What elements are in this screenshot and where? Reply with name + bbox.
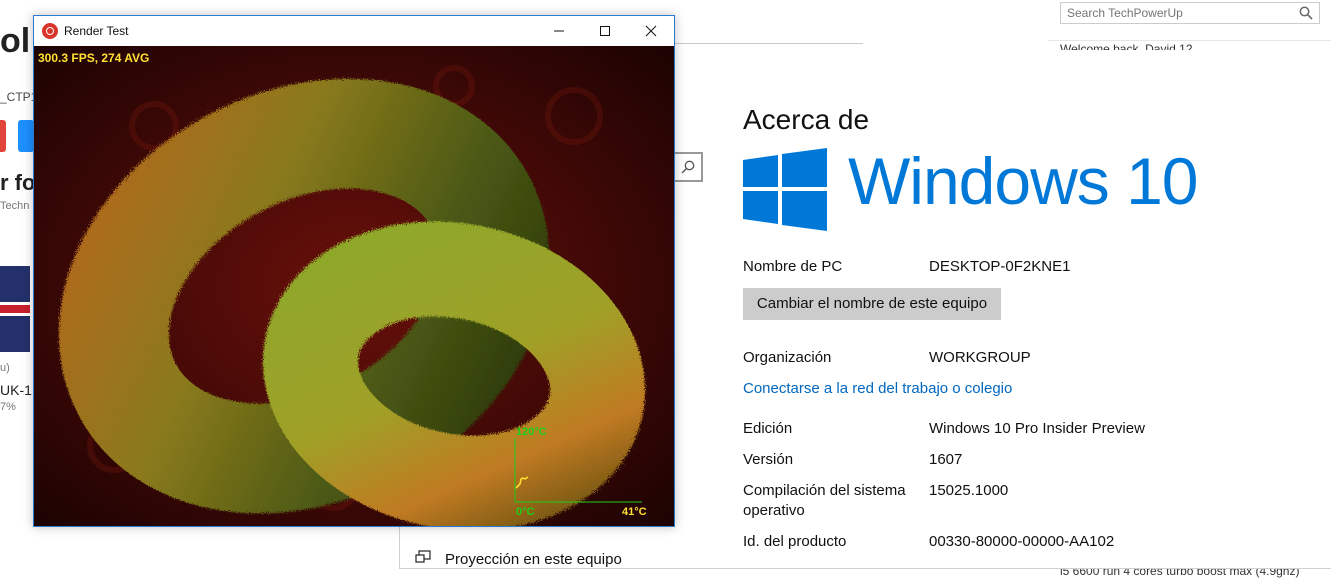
os-build-label-line2: operativo — [743, 502, 805, 519]
product-id-label: Id. del producto — [743, 533, 847, 550]
page-title: Acerca de — [743, 104, 870, 135]
render-canvas: 300.3 FPS, 274 AVG 120°C 0°C 41°C — [34, 46, 674, 526]
edition-value: Windows 10 Pro Insider Preview — [929, 420, 1145, 437]
close-icon — [645, 25, 657, 37]
uk-flag-icon — [0, 266, 30, 352]
render-test-titlebar[interactable]: Render Test — [34, 16, 674, 46]
settings-search-button[interactable] — [675, 152, 703, 182]
search-icon[interactable] — [1299, 6, 1313, 25]
bg-page-uk-fragment: UK-1 — [0, 382, 32, 398]
welcome-text-fragment: Welcome back, David 12 — [1060, 42, 1193, 50]
techpowerup-search-box[interactable] — [1060, 2, 1320, 24]
gpu-temperature-graph — [514, 438, 642, 503]
os-build-value: 15025.1000 — [929, 482, 1009, 499]
settings-window-top-edge — [675, 43, 863, 44]
bg-share-button-blue[interactable] — [18, 120, 34, 152]
maximize-button[interactable] — [582, 16, 628, 46]
bg-page-title-fragment: ol — [0, 22, 31, 60]
bg-page-code-fragment: _CTP1 — [0, 90, 38, 104]
edition-label: Edición — [743, 420, 793, 437]
windows-10-logo-text: Windows 10 — [848, 144, 1198, 218]
version-label: Versión — [743, 451, 794, 468]
os-build-label-line1: Compilación del sistema — [743, 482, 906, 499]
join-work-network-link[interactable]: Conectarse a la red del trabajo o colegi… — [743, 380, 1012, 397]
pc-name-value: DESKTOP-0F2KNE1 — [929, 258, 1071, 275]
windows-logo-icon — [743, 148, 827, 236]
organization-value: WORKGROUP — [929, 349, 1031, 366]
window-title: Render Test — [64, 24, 129, 38]
bg-page-source-fragment: Techn — [0, 200, 30, 212]
sidebar-item-label: Proyección en este equipo — [445, 550, 622, 568]
techpowerup-search-input[interactable] — [1061, 3, 1293, 23]
bg-page-percent-fragment: 7% — [0, 401, 16, 413]
sidebar-item-projection[interactable]: Proyección en este equipo — [415, 550, 622, 568]
current-temperature: 41°C — [622, 506, 647, 518]
organization-label: Organización — [743, 349, 832, 366]
maximize-icon — [600, 26, 610, 36]
close-button[interactable] — [628, 16, 674, 46]
product-id-value: 00330-80000-00000-AA102 — [929, 533, 1115, 550]
minimize-button[interactable] — [536, 16, 582, 46]
search-icon — [681, 160, 695, 179]
minimize-icon — [554, 30, 564, 32]
version-value: 1607 — [929, 451, 963, 468]
temp-graph-min-label: 0°C — [516, 506, 535, 518]
bg-page-paren-fragment: u) — [0, 362, 10, 374]
rename-pc-button[interactable]: Cambiar el nombre de este equipo — [743, 288, 1001, 320]
app-icon — [42, 23, 58, 39]
pc-name-label: Nombre de PC — [743, 258, 843, 275]
render-test-window[interactable]: Render Test 300.3 FPS, 274 AVG 120°C 0°C… — [33, 15, 675, 527]
fps-counter: 300.3 FPS, 274 AVG — [38, 51, 150, 65]
projection-icon — [415, 550, 431, 568]
sidebar-divider — [1048, 40, 1331, 41]
bg-share-button-red[interactable] — [0, 120, 6, 152]
bg-page-heading-fragment: r fo — [0, 170, 36, 195]
